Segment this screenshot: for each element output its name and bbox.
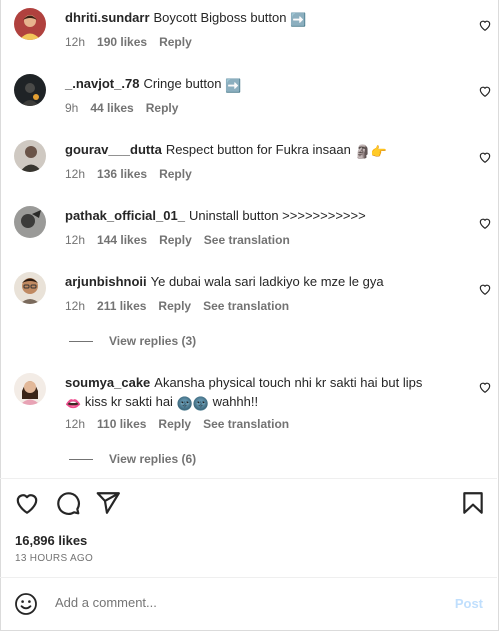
heart-icon[interactable] (478, 150, 492, 164)
comment-text-continued: kiss kr sakti hai (84, 394, 173, 409)
reply-button[interactable]: Reply (158, 299, 191, 313)
avatar[interactable] (14, 206, 46, 238)
comment-meta: 9h 44 likes Reply (65, 101, 190, 115)
add-comment-bar: Post (0, 578, 497, 630)
comment-likes[interactable]: 211 likes (97, 299, 146, 313)
avatar[interactable] (14, 373, 46, 405)
comment-body: soumya_cake Akansha physical touch nhi kr… (65, 373, 465, 413)
comment-likes[interactable]: 144 likes (97, 233, 147, 247)
avatar[interactable] (14, 8, 46, 40)
comment-meta: 12h 110 likes Reply See translation (65, 417, 301, 431)
heart-icon[interactable] (478, 18, 492, 32)
comment-time[interactable]: 12h (65, 417, 85, 431)
post-timestamp[interactable]: 13 HOURS AGO (15, 553, 93, 564)
heart-icon[interactable] (478, 84, 492, 98)
comment-meta: 12h 136 likes Reply (65, 167, 204, 181)
lips-emoji: 👄 (65, 396, 82, 411)
comment-time[interactable]: 9h (65, 101, 78, 115)
comment-text: Respect button for Fukra insaan (165, 142, 351, 157)
comment-username[interactable]: _.navjot_.78 (65, 76, 139, 91)
comment-icon[interactable] (55, 490, 81, 516)
view-replies-button[interactable]: View replies (6) (69, 452, 196, 466)
comment-username[interactable]: dhriti.sundarr (65, 10, 150, 25)
bookmark-icon[interactable] (460, 490, 486, 516)
comment-body: gourav___dutta Respect button for Fukra i… (65, 141, 465, 161)
heart-icon[interactable] (478, 282, 492, 296)
comment-text: Uninstall button >>>>>>>>>>> (188, 208, 366, 223)
comment-text: Akansha physical touch nhi kr sakti hai … (154, 375, 423, 390)
comment-username[interactable]: pathak_official_01_ (65, 208, 185, 223)
comment-body: pathak_official_01_ Uninstall button >>>>… (65, 207, 465, 225)
view-replies-label: View replies (6) (109, 452, 197, 466)
comment-meta: 12h 144 likes Reply See translation (65, 233, 302, 247)
comment-meta: 12h 190 likes Reply (65, 35, 204, 49)
comment-likes[interactable]: 110 likes (97, 417, 146, 431)
comment-time[interactable]: 12h (65, 35, 85, 49)
emoji-icon[interactable] (14, 592, 38, 616)
heart-icon[interactable] (14, 490, 40, 516)
moai-pointing-emoji: 🗿👉 (354, 144, 387, 159)
comment-username[interactable]: arjunbishnoii (65, 274, 147, 289)
comment-username[interactable]: soumya_cake (65, 375, 150, 390)
see-translation-button[interactable]: See translation (203, 417, 289, 431)
heart-icon[interactable] (478, 216, 492, 230)
comment-time[interactable]: 12h (65, 299, 85, 313)
comment-body: _.navjot_.78 Cringe button ➡️ (65, 75, 465, 95)
post-likes-count[interactable]: 16,896 likes (15, 533, 87, 548)
comment-text: Cringe button (143, 76, 222, 91)
replies-divider-line (69, 341, 93, 343)
avatar[interactable] (14, 272, 46, 304)
post-actions (14, 490, 484, 518)
comment-username[interactable]: gourav___dutta (65, 142, 162, 157)
see-translation-button[interactable]: See translation (203, 299, 289, 313)
comment-time[interactable]: 12h (65, 167, 85, 181)
share-icon[interactable] (95, 490, 121, 516)
comment-body: dhriti.sundarr Boycott Bigboss button ➡️ (65, 9, 465, 29)
reply-button[interactable]: Reply (159, 35, 192, 49)
comment-text: Boycott Bigboss button (153, 10, 287, 25)
new-moon-face-emoji: 🌚🌚 (176, 396, 209, 411)
comment-text: Ye dubai wala sari ladkiyo ke mze le gya (150, 274, 384, 289)
reply-button[interactable]: Reply (159, 233, 192, 247)
view-replies-label: View replies (3) (109, 334, 197, 348)
reply-button[interactable]: Reply (146, 101, 179, 115)
heart-icon[interactable] (478, 380, 492, 394)
arrow-right-icon: ➡️ (225, 78, 242, 93)
comment-likes[interactable]: 136 likes (97, 167, 147, 181)
section-divider (0, 478, 497, 479)
avatar[interactable] (14, 140, 46, 172)
comment-meta: 12h 211 likes Reply See translation (65, 299, 301, 313)
comment-body: arjunbishnoii Ye dubai wala sari ladkiyo … (65, 273, 465, 291)
reply-button[interactable]: Reply (158, 417, 191, 431)
comment-likes[interactable]: 44 likes (90, 101, 133, 115)
replies-divider-line (69, 459, 93, 461)
arrow-right-icon: ➡️ (290, 12, 307, 27)
add-comment-input[interactable] (55, 595, 415, 610)
comment-text-end: wahhh!! (212, 394, 259, 409)
comment-likes[interactable]: 190 likes (97, 35, 147, 49)
post-comment-button[interactable]: Post (455, 596, 483, 611)
see-translation-button[interactable]: See translation (204, 233, 290, 247)
avatar[interactable] (14, 74, 46, 106)
reply-button[interactable]: Reply (159, 167, 192, 181)
comment-time[interactable]: 12h (65, 233, 85, 247)
view-replies-button[interactable]: View replies (3) (69, 334, 196, 348)
